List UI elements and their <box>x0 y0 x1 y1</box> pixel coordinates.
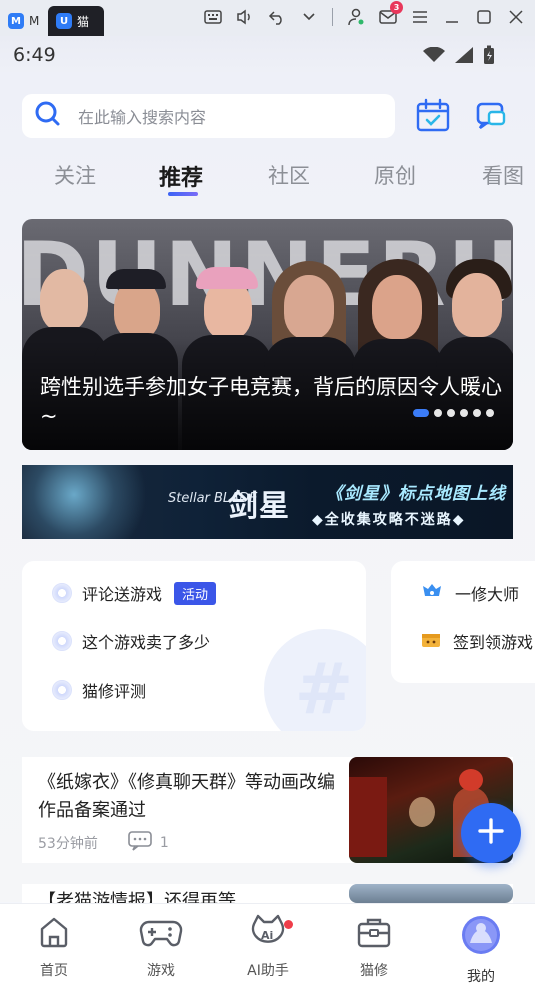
activity-tag: 活动 <box>174 581 217 605</box>
news-thumbnail <box>349 884 513 903</box>
ad-logo-chinese: 剑星 <box>228 489 290 524</box>
svg-text:Ai: Ai <box>261 929 273 942</box>
emulator-tab-active[interactable]: U 猫 <box>48 6 104 36</box>
topic-bullet-icon <box>52 631 72 651</box>
create-post-button[interactable] <box>461 803 521 863</box>
nav-label: 游戏 <box>147 963 175 979</box>
ai-cat-icon: Ai <box>247 914 289 954</box>
battery-icon <box>483 45 495 69</box>
toolbox-icon <box>356 914 392 954</box>
news-meta: 53分钟前 1 <box>38 831 169 855</box>
feature-banner[interactable]: DUNNERUDO 跨性别选手参加女子电竞赛，背后的原因令人暖心~ <box>22 219 513 450</box>
pagination-dot[interactable] <box>460 409 468 417</box>
topic-item-comment-giveaway[interactable]: 评论送游戏 活动 <box>52 581 217 605</box>
news-title: 【老猫游情报】还得再等... <box>38 891 254 903</box>
nav-home[interactable]: 首页 <box>14 914 94 980</box>
news-time: 53分钟前 <box>38 836 98 852</box>
comment-icon <box>128 831 152 855</box>
calendar-check-icon[interactable] <box>415 98 451 134</box>
emulator-tab-m[interactable]: M M <box>0 6 48 36</box>
pagination-dot[interactable] <box>434 409 442 417</box>
nav-profile[interactable]: 我的 <box>441 914 521 986</box>
banner-title: 跨性别选手参加女子电竞赛，背后的原因令人暖心~ <box>40 375 502 428</box>
plus-icon <box>477 817 505 849</box>
quick-entry-master[interactable]: 一修大师 <box>421 581 519 605</box>
home-icon <box>36 914 72 954</box>
nav-label: 首页 <box>40 963 68 979</box>
user-icon[interactable] <box>347 8 365 26</box>
emulator-tab-label: 猫 <box>77 14 90 29</box>
topic-bullet-icon <box>52 583 72 603</box>
notification-dot <box>284 920 293 929</box>
quick-entry-card: 一修大师 签到领游戏 <box>391 561 535 683</box>
topic-item-review[interactable]: 猫修评测 <box>52 678 146 702</box>
status-time: 6:49 <box>13 44 56 66</box>
nav-ai-assistant[interactable]: Ai AI助手 <box>228 914 308 980</box>
tab-follow[interactable]: 关注 <box>54 160 96 190</box>
pagination-dot[interactable] <box>486 409 494 417</box>
mail-icon[interactable]: 3 <box>379 1 403 26</box>
quick-entry-checkin[interactable]: 签到领游戏 <box>421 629 533 653</box>
topic-label: 这个游戏卖了多少 <box>82 633 211 652</box>
signal-icon <box>455 47 473 67</box>
gift-box-icon <box>421 630 441 652</box>
app-logo-icon: M <box>8 13 24 29</box>
topic-card: # 评论送游戏 活动 这个游戏卖了多少 猫修评测 <box>22 561 366 731</box>
quick-entry-label: 一修大师 <box>455 585 520 604</box>
comment-count: 1 <box>159 835 169 851</box>
banner-background-text: DUNNERUDO <box>22 223 513 326</box>
nav-repair[interactable]: 猫修 <box>334 914 414 980</box>
ad-subline: ◆全收集攻略不迷路◆ <box>312 512 466 528</box>
tab-recommend[interactable]: 推荐 <box>159 160 203 192</box>
search-icon <box>34 100 62 132</box>
news-item[interactable]: 《纸嫁衣》《修真聊天群》等动画改编作品备案通过 53分钟前 1 <box>22 757 513 863</box>
toolbar-divider <box>332 8 333 26</box>
tab-pictures[interactable]: 看图 <box>482 160 524 190</box>
gamepad-icon <box>139 914 183 954</box>
keyboard-icon[interactable] <box>204 8 222 26</box>
messages-icon[interactable] <box>475 100 507 132</box>
nav-label: AI助手 <box>247 963 289 979</box>
back-arrow-icon[interactable] <box>268 8 286 26</box>
hash-icon: # <box>264 629 366 731</box>
ad-banner[interactable]: Stellar BLADE 剑星 《剑星》标点地图上线 ◆全收集攻略不迷路◆ <box>22 465 513 539</box>
volume-icon[interactable] <box>236 8 254 26</box>
quick-entry-label: 签到领游戏 <box>453 633 534 652</box>
tab-active-indicator <box>168 192 198 196</box>
notification-badge: 3 <box>390 1 403 14</box>
nav-games[interactable]: 游戏 <box>121 914 201 980</box>
bottom-navigation: 首页 游戏 Ai AI助手 猫修 我的 <box>0 903 535 987</box>
maximize-icon[interactable] <box>475 8 493 26</box>
status-bar: 6:49 <box>0 36 535 72</box>
pagination-dot[interactable] <box>413 409 429 417</box>
search-input[interactable]: 在此输入搜索内容 <box>78 104 206 128</box>
app-logo-icon: U <box>56 13 72 29</box>
topic-bullet-icon <box>52 680 72 700</box>
category-tabs: 关注 推荐 社区 原创 看图 <box>0 160 535 200</box>
minimize-icon[interactable] <box>443 8 461 26</box>
nav-label: 猫修 <box>360 963 388 979</box>
close-icon[interactable] <box>507 8 525 26</box>
topic-label: 评论送游戏 <box>82 585 163 604</box>
menu-icon[interactable] <box>411 8 429 26</box>
tab-original[interactable]: 原创 <box>374 160 416 190</box>
news-title: 《纸嫁衣》《修真聊天群》等动画改编作品备案通过 <box>38 772 335 821</box>
nav-label: 我的 <box>467 969 495 985</box>
emulator-tab-label: M <box>29 14 40 28</box>
search-bar[interactable]: 在此输入搜索内容 <box>22 94 395 138</box>
news-item[interactable]: 【老猫游情报】还得再等... <box>22 884 513 903</box>
ad-headline: 《剑星》标点地图上线 <box>326 484 506 504</box>
topic-label: 猫修评测 <box>82 682 147 701</box>
pagination-dot[interactable] <box>473 409 481 417</box>
wifi-icon <box>423 46 445 67</box>
pagination-dot[interactable] <box>447 409 455 417</box>
chevron-down-icon[interactable] <box>300 8 318 26</box>
banner-pagination <box>413 409 494 417</box>
tab-community[interactable]: 社区 <box>268 160 310 190</box>
topic-item-sales[interactable]: 这个游戏卖了多少 <box>52 629 210 653</box>
emulator-toolbar: M M U 猫 3 <box>0 0 535 36</box>
master-logo-icon <box>421 582 443 604</box>
ad-artwork <box>22 465 152 539</box>
avatar-icon <box>460 914 502 960</box>
